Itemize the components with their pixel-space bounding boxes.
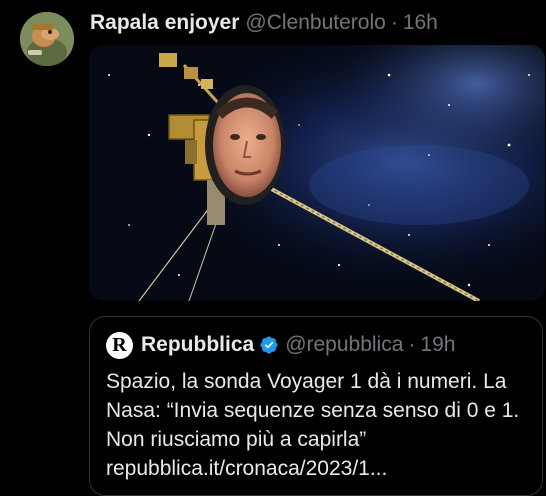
repubblica-logo-icon[interactable]: R <box>106 331 133 359</box>
verified-badge-icon <box>260 336 278 354</box>
tweet-timestamp[interactable]: 16h <box>403 11 438 34</box>
quoted-tweet-header: R Repubblica @repubblica · 19h <box>106 331 455 359</box>
author-handle[interactable]: @Clenbuterolo <box>245 11 385 34</box>
voyager-probe-image <box>89 45 545 301</box>
quoted-timestamp[interactable]: 19h <box>420 331 455 359</box>
tweet-media-image[interactable] <box>89 45 545 301</box>
quoted-handle[interactable]: @repubblica <box>285 331 403 359</box>
tweet-header: Rapala enjoyer @Clenbuterolo · 16h <box>90 10 438 36</box>
author-display-name[interactable]: Rapala enjoyer <box>90 11 239 34</box>
quoted-display-name[interactable]: Repubblica <box>141 331 254 359</box>
quoted-tweet-card[interactable]: R Repubblica @repubblica · 19h Spazio, la … <box>89 316 543 496</box>
quoted-tweet-text: Spazio, la sonda Voyager 1 dà i numeri. … <box>106 370 520 480</box>
quoted-separator-dot: · <box>408 333 416 356</box>
author-avatar[interactable] <box>20 12 74 66</box>
avatar-image <box>20 12 74 66</box>
separator-dot: · <box>390 11 398 34</box>
